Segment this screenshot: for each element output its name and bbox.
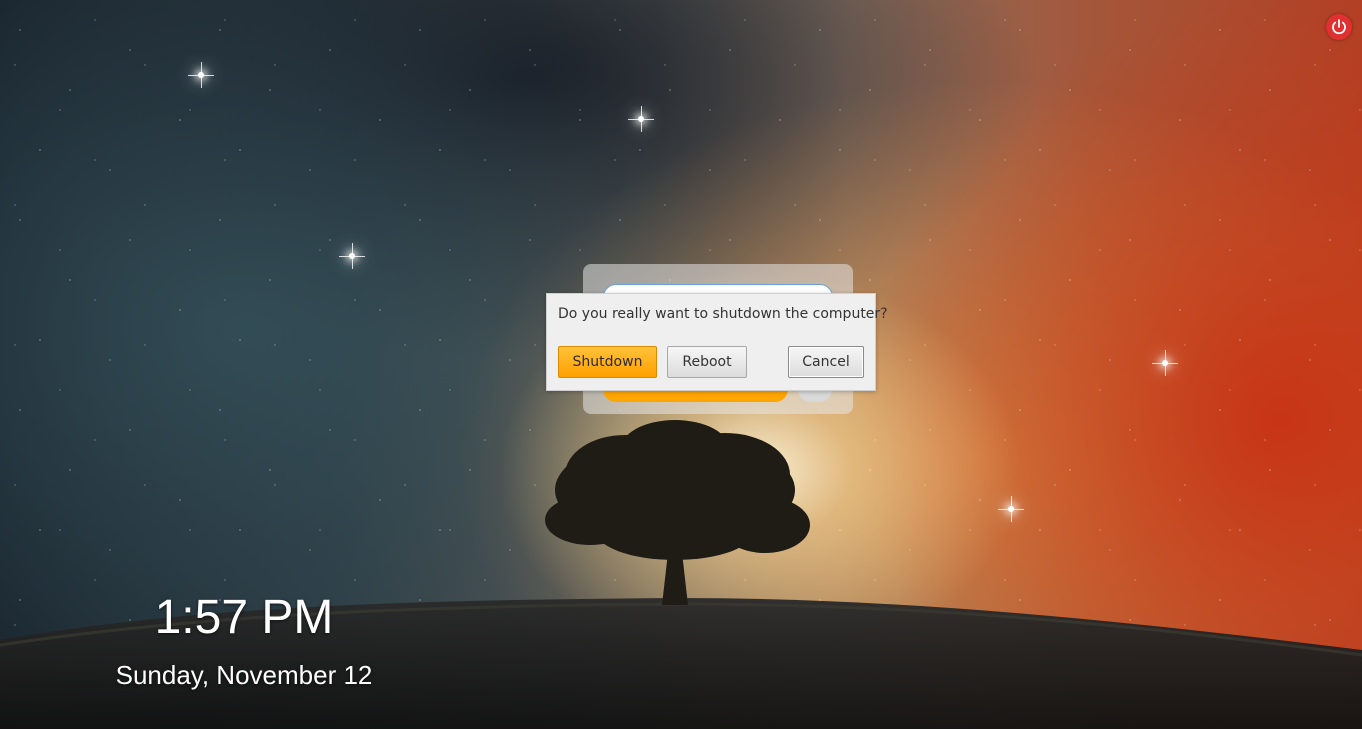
tree-silhouette <box>545 420 810 605</box>
cancel-button[interactable]: Cancel <box>788 346 864 378</box>
dialog-message: Do you really want to shutdown the compu… <box>558 306 888 322</box>
shutdown-button[interactable]: Shutdown <box>558 346 657 378</box>
reboot-button[interactable]: Reboot <box>667 346 747 378</box>
shutdown-confirmation-dialog: Do you really want to shutdown the compu… <box>546 293 888 391</box>
power-icon <box>1332 19 1346 35</box>
clock-time: 1:57 PM <box>154 591 334 644</box>
power-button[interactable] <box>1326 14 1352 40</box>
login-screen: Do you really want to shutdown the compu… <box>0 0 1362 729</box>
clock-date: Sunday, November 12 <box>115 660 373 690</box>
